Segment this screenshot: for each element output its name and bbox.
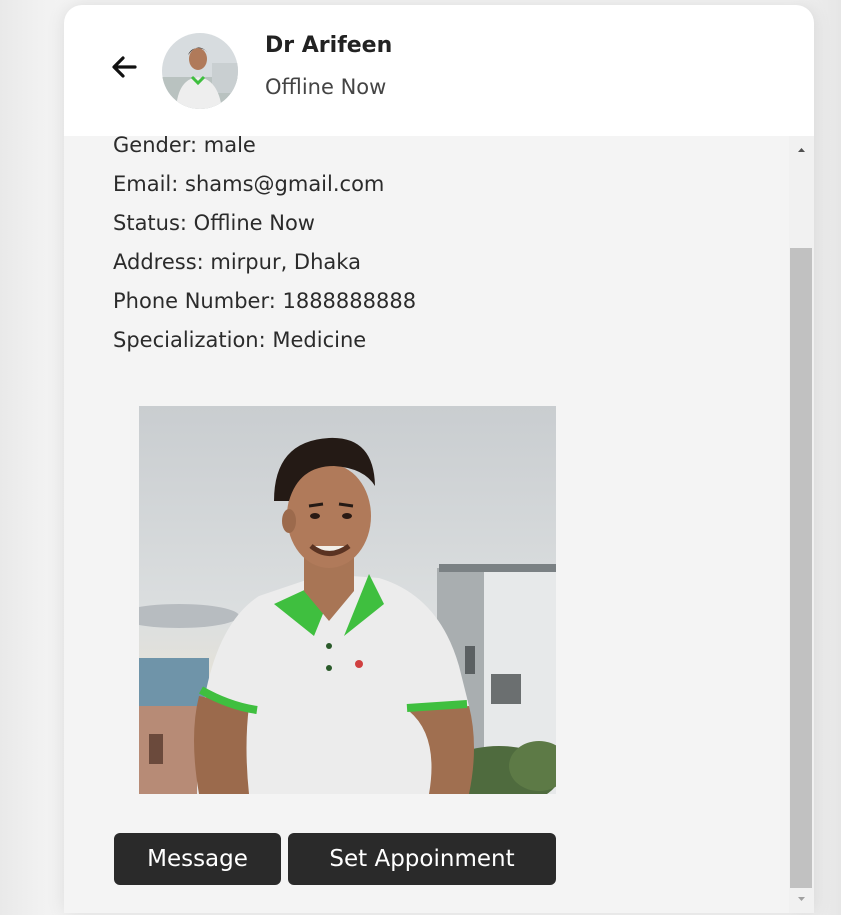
phone-text: Phone Number: 1888888888 <box>113 289 417 313</box>
avatar[interactable] <box>162 33 238 109</box>
avatar-image <box>162 33 238 109</box>
scroll-up-arrow-icon[interactable] <box>789 142 814 156</box>
doctor-status: Offline Now <box>265 75 387 99</box>
address-text: Address: mirpur, Dhaka <box>113 250 361 274</box>
arrow-left-icon[interactable] <box>108 51 140 83</box>
scroll-down-arrow-icon[interactable] <box>789 893 814 907</box>
status-text: Status: Offline Now <box>113 211 315 235</box>
set-appointment-button[interactable]: Set Appoinment <box>288 833 556 885</box>
message-button[interactable]: Message <box>114 833 281 885</box>
chat-header: Dr Arifeen Offline Now <box>64 5 814 136</box>
doctor-name: Dr Arifeen <box>265 33 393 58</box>
doctor-profile-card: Dr Arifeen Offline Now Gender: male Emai… <box>64 5 814 913</box>
scrollbar-thumb[interactable] <box>790 248 812 888</box>
vertical-scrollbar[interactable] <box>789 136 814 913</box>
gender-text: Gender: male <box>113 136 256 157</box>
email-text: Email: shams@gmail.com <box>113 172 385 196</box>
specialization-text: Specialization: Medicine <box>113 328 367 352</box>
doctor-photo <box>139 406 556 794</box>
profile-details: Gender: male Email: shams@gmail.com Stat… <box>64 136 789 913</box>
